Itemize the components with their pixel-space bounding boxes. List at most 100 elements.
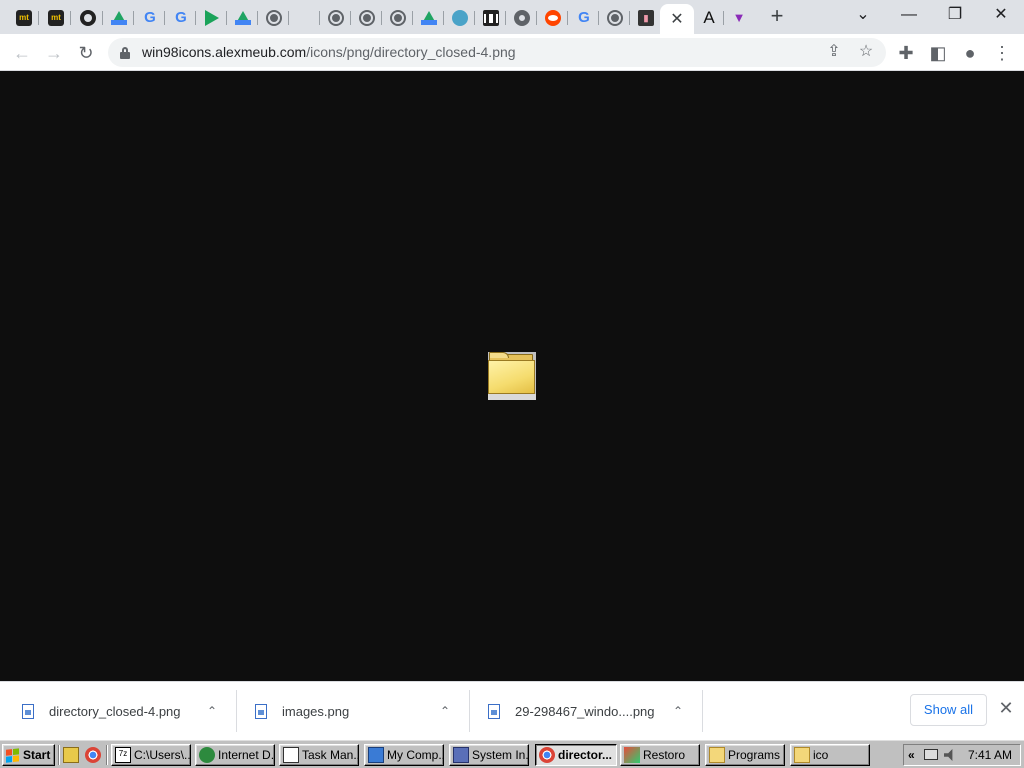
system-tray: « 7:41 AM (903, 744, 1021, 766)
close-icon[interactable]: ✕ (996, 698, 1016, 718)
taskbar-button-programs[interactable]: Programs (705, 744, 785, 766)
pinned-tab-10[interactable] (290, 4, 320, 32)
profile-avatar-icon[interactable]: ● (957, 40, 983, 66)
pinned-tab-18[interactable] (538, 4, 568, 32)
share-icon[interactable]: ⇪ (823, 41, 845, 63)
taskbar-button-system-info[interactable]: System In... (449, 744, 529, 766)
pinned-tab-12[interactable] (352, 4, 382, 32)
image-file-icon (488, 704, 500, 719)
clock[interactable]: 7:41 AM (968, 748, 1012, 762)
letter-a-icon: A (703, 8, 715, 27)
active-tab[interactable]: ✕ (660, 4, 694, 34)
close-window-button[interactable]: ✕ (985, 4, 1017, 26)
pinned-tab-6[interactable]: G (166, 4, 196, 32)
show-all-button[interactable]: Show all (910, 694, 987, 726)
download-filename: 29-298467_windo....png (515, 704, 655, 719)
taskbar-button-chrome-active[interactable]: director... (535, 744, 617, 766)
download-item[interactable]: directory_closed-4.png ⌃ (22, 690, 232, 732)
pinned-tab-15[interactable] (445, 4, 475, 32)
tab-close-icon[interactable]: ✕ (670, 9, 683, 29)
pinned-tab-13[interactable] (383, 4, 413, 32)
pinned-tab-7[interactable] (197, 4, 227, 32)
google-icon: G (175, 9, 187, 26)
restore-button[interactable]: ❐ (939, 4, 971, 26)
back-button[interactable]: ← (9, 40, 35, 66)
browser-tab-strip: mt mt G G G ▮ ✕ A ▼ + ⌄ — ❐ ✕ (0, 0, 1024, 34)
chevron-up-icon[interactable]: ⌃ (436, 702, 454, 720)
image-file-icon (22, 704, 34, 719)
google-icon: G (144, 9, 156, 26)
url-text[interactable]: win98icons.alexmeub.com/icons/png/direct… (142, 44, 516, 60)
windows-taskbar: Start 7z C:\Users\... Internet D... Task… (0, 739, 1024, 768)
pinned-tab-20[interactable] (600, 4, 630, 32)
chevron-up-icon[interactable]: ⌃ (669, 702, 687, 720)
folder-front-shape (488, 360, 535, 394)
taskbar-button-terminal[interactable]: 7z C:\Users\... (111, 744, 191, 766)
tray-expand-icon[interactable]: « (908, 748, 915, 762)
taskbar-button-task-manager[interactable]: Task Man... (279, 744, 359, 766)
download-item[interactable]: 29-298467_windo....png ⌃ (488, 690, 698, 732)
directory-closed-folder-image[interactable] (488, 352, 536, 400)
task-manager-icon (283, 747, 299, 763)
taskbar-button-ico[interactable]: ico (790, 744, 870, 766)
world-icon (452, 10, 468, 26)
pinned-tab-9[interactable] (259, 4, 289, 32)
pinned-tab-21[interactable]: ▮ (631, 4, 661, 32)
new-tab-button[interactable]: + (766, 5, 788, 28)
quicklaunch-folder-icon[interactable] (63, 747, 79, 763)
divider (702, 690, 703, 732)
google-drive-icon (421, 11, 437, 25)
globe-icon (328, 10, 344, 26)
taskbar-button-internet-download[interactable]: Internet D... (195, 744, 275, 766)
v-logo-icon: ▼ (732, 10, 746, 25)
address-bar[interactable]: win98icons.alexmeub.com/icons/png/direct… (108, 38, 886, 67)
side-panel-icon[interactable]: ◧ (925, 40, 951, 66)
chrome-icon (514, 10, 530, 26)
pinned-tab-4[interactable] (104, 4, 134, 32)
pinned-tab-1[interactable]: mt (9, 4, 39, 32)
minimize-button[interactable]: — (893, 4, 925, 26)
download-item[interactable]: images.png ⌃ (255, 690, 465, 732)
divider (58, 745, 60, 765)
pinned-tab-5[interactable]: G (135, 4, 165, 32)
taskbar-button-restoro[interactable]: Restoro (620, 744, 700, 766)
tab-v-logo[interactable]: ▼ (724, 4, 754, 32)
forward-button[interactable]: → (41, 40, 67, 66)
globe-icon (359, 10, 375, 26)
pinned-tab-14[interactable] (414, 4, 444, 32)
image-file-icon (255, 704, 267, 719)
reddit-icon (545, 10, 561, 26)
bookmark-star-icon[interactable]: ☆ (855, 41, 877, 63)
pinned-tab-2[interactable]: mt (41, 4, 71, 32)
start-button[interactable]: Start (2, 744, 55, 766)
microsoft-icon (297, 10, 313, 26)
taskbar-button-my-computer[interactable]: My Comp... (364, 744, 444, 766)
pinned-tab-11[interactable] (321, 4, 351, 32)
folder-icon (709, 747, 725, 763)
lock-icon[interactable] (120, 47, 130, 59)
tab-letter-a[interactable]: A (694, 4, 724, 32)
network-icon[interactable] (924, 749, 938, 760)
pinned-tab-19[interactable]: G (569, 4, 599, 32)
mt-icon: mt (48, 10, 64, 26)
start-label: Start (23, 748, 51, 762)
windows-flag-icon (6, 747, 20, 763)
google-drive-icon (235, 11, 251, 25)
volume-icon[interactable] (944, 749, 953, 761)
chevron-up-icon[interactable]: ⌃ (203, 702, 221, 720)
globe-icon (607, 10, 623, 26)
reload-button[interactable]: ↻ (73, 40, 99, 66)
pinned-tab-3[interactable] (73, 4, 103, 32)
divider (469, 690, 470, 732)
museum-icon (483, 10, 499, 26)
tab-search-button[interactable]: ⌄ (847, 4, 879, 26)
pinned-tab-8[interactable] (228, 4, 258, 32)
browser-menu-icon[interactable]: ⋮ (989, 40, 1015, 66)
github-icon (80, 10, 96, 26)
extensions-icon[interactable]: ✚ (893, 40, 919, 66)
folder-tab-shape (489, 352, 509, 358)
pinned-tab-17[interactable] (507, 4, 537, 32)
quicklaunch-chrome-icon[interactable] (85, 747, 101, 763)
pinned-tab-16[interactable] (476, 4, 506, 32)
google-drive-icon (111, 11, 127, 25)
